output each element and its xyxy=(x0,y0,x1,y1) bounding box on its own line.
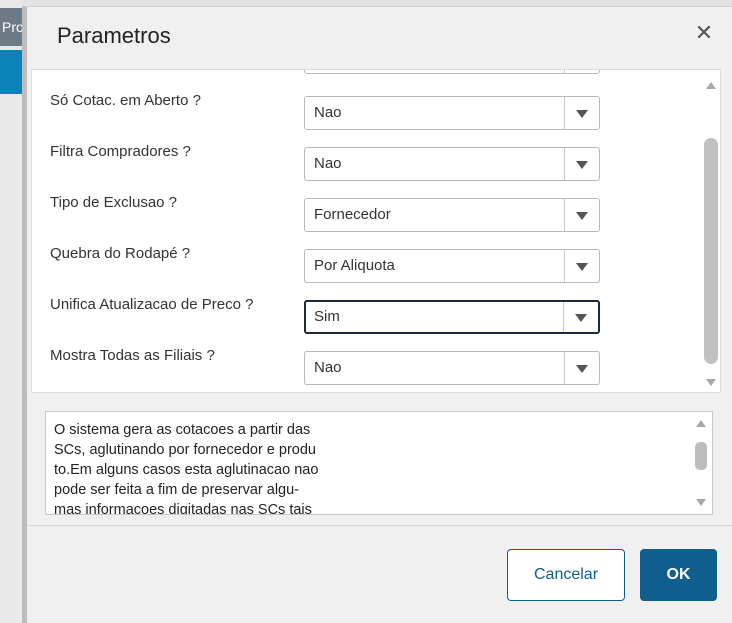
param-select-4[interactable]: Sim xyxy=(304,300,600,334)
param-value-0: Nao xyxy=(314,104,342,121)
cancel-button[interactable]: Cancelar xyxy=(507,549,625,601)
param-label-2: Tipo de Exclusao ? xyxy=(50,194,178,211)
chevron-down-icon xyxy=(576,365,588,373)
param-label-1: Filtra Compradores ? xyxy=(50,143,191,160)
chevron-down-icon xyxy=(576,161,588,169)
scroll-thumb[interactable] xyxy=(695,442,707,470)
params-panel: Só Cotac. em Aberto ? Nao Filtra Comprad… xyxy=(31,69,721,393)
param-value-3: Por Aliquota xyxy=(314,257,395,274)
chevron-down-icon xyxy=(576,212,588,220)
param-select-1[interactable]: Nao xyxy=(304,147,600,181)
param-select-5[interactable]: Nao xyxy=(304,351,600,385)
param-label-0: Só Cotac. em Aberto ? xyxy=(50,92,201,109)
partial-select-above xyxy=(304,70,600,74)
param-select-2[interactable]: Fornecedor xyxy=(304,198,600,232)
parametros-dialog: Parametros ✕ Só Cotac. em Aberto ? Nao F… xyxy=(22,6,732,623)
chevron-down-icon xyxy=(576,110,588,118)
footer-divider xyxy=(27,525,732,526)
param-value-5: Nao xyxy=(314,359,342,376)
scroll-down-icon[interactable] xyxy=(706,379,716,386)
scroll-up-icon[interactable] xyxy=(696,420,706,427)
param-label-3: Quebra do Rodapé ? xyxy=(50,245,191,262)
param-value-4: Sim xyxy=(314,308,340,325)
scroll-up-icon[interactable] xyxy=(706,82,716,89)
param-select-3[interactable]: Por Aliquota xyxy=(304,249,600,283)
help-textbox[interactable]: O sistema gera as cotacoes a partir das … xyxy=(45,411,713,515)
param-select-0[interactable]: Nao xyxy=(304,96,600,130)
param-value-2: Fornecedor xyxy=(314,206,391,223)
close-icon[interactable]: ✕ xyxy=(692,21,716,45)
param-label-5: Mostra Todas as Filiais ? xyxy=(50,347,215,364)
scroll-down-icon[interactable] xyxy=(696,499,706,506)
params-scrollbar[interactable] xyxy=(704,76,718,390)
chevron-down-icon xyxy=(576,263,588,271)
chevron-down-icon xyxy=(575,314,587,322)
help-scrollbar[interactable] xyxy=(694,418,708,510)
dialog-title: Parametros xyxy=(57,23,171,48)
help-text: O sistema gera as cotacoes a partir das … xyxy=(54,422,319,515)
ok-button[interactable]: OK xyxy=(640,549,717,601)
scroll-thumb[interactable] xyxy=(704,138,718,364)
background-blue-block xyxy=(0,50,22,94)
param-value-1: Nao xyxy=(314,155,342,172)
param-label-4: Unifica Atualizacao de Preco ? xyxy=(50,296,254,313)
